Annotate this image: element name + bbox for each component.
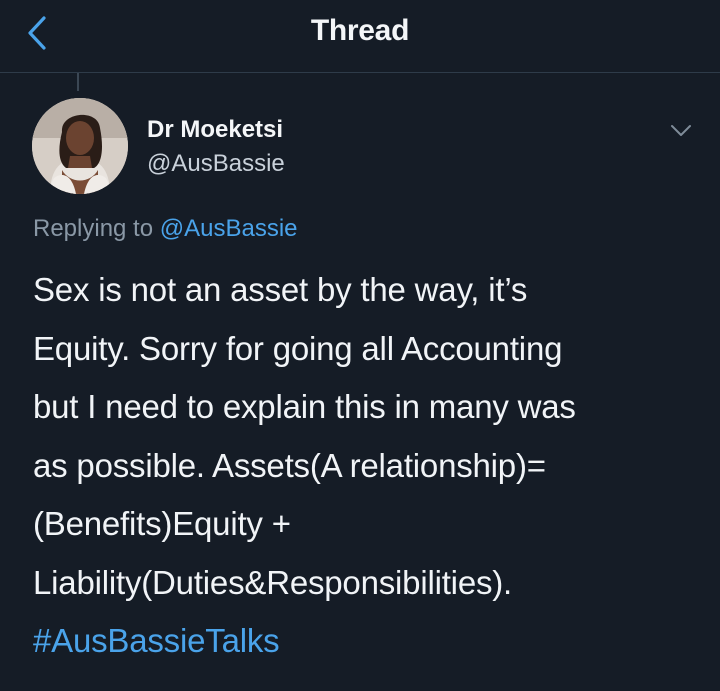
tweet-text: Sex is not an asset by the way, it’s Equ… bbox=[33, 261, 703, 671]
tweet[interactable]: Dr Moeketsi @AusBassie Replying to @AusB… bbox=[0, 73, 720, 691]
tweet-menu-button[interactable] bbox=[664, 119, 698, 143]
author-name[interactable]: Dr Moeketsi bbox=[147, 116, 283, 144]
thread-header: Thread bbox=[0, 0, 720, 73]
tweet-text-line: (Benefits)Equity + bbox=[33, 505, 291, 542]
avatar-photo bbox=[32, 98, 128, 194]
replying-to-label: Replying to bbox=[33, 215, 154, 242]
tweet-text-line: Equity. Sorry for going all Accounting bbox=[33, 329, 563, 367]
page-title: Thread bbox=[310, 14, 410, 47]
replying-to-mention[interactable]: @AusBassie bbox=[160, 215, 298, 242]
tweet-text-line: Liability(Duties&Responsibilities). bbox=[33, 563, 513, 601]
avatar[interactable] bbox=[32, 98, 128, 194]
chevron-down-icon bbox=[671, 125, 691, 136]
replying-to: Replying to @AusBassie bbox=[33, 215, 298, 243]
author-handle[interactable]: @AusBassie bbox=[147, 150, 285, 178]
hashtag-link[interactable]: #AusBassieTalks bbox=[33, 612, 703, 671]
tweet-text-line: but I need to explain this in many was bbox=[33, 388, 576, 425]
tweet-text-line: Sex is not an asset by the way, it’s bbox=[33, 271, 528, 308]
tweet-text-line: as possible. Assets(A relationship)= bbox=[33, 446, 546, 484]
